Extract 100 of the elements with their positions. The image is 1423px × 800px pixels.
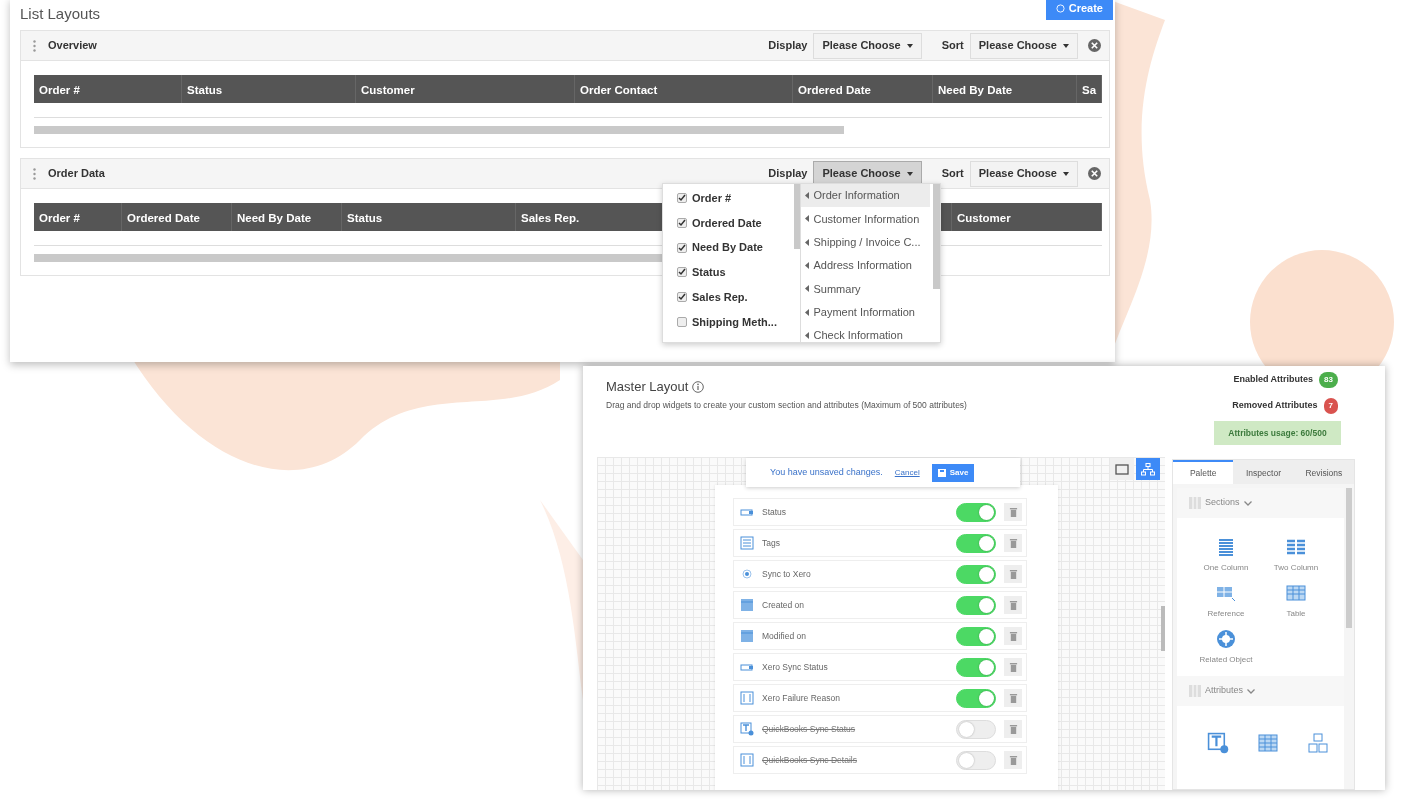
tablet-icon [1115,462,1129,476]
delete-button[interactable] [1004,627,1022,645]
sort-dropdown[interactable]: Please Choose [969,160,1078,187]
circle-cross-icon[interactable] [1215,628,1237,650]
delete-button[interactable] [1004,503,1022,521]
close-icon[interactable] [1088,39,1101,52]
menu-item[interactable]: Shipping Meth... [663,309,792,335]
menu-item[interactable]: Order # [663,186,792,211]
delete-button[interactable] [1004,720,1022,738]
plus-circle-icon [1055,3,1065,13]
menu-item[interactable]: Ordered Date [663,210,792,236]
menu-item[interactable]: Customer Information [800,207,930,231]
checkbox[interactable] [677,292,687,303]
delete-button[interactable] [1004,658,1022,676]
view-button[interactable] [1110,458,1134,480]
menu-item[interactable]: Need By Date [663,235,792,261]
field-label: Tags [762,536,780,550]
checkbox[interactable] [677,267,687,278]
toggle-switch[interactable] [956,719,996,739]
caret-left-icon [804,262,809,270]
group-title[interactable]: Attributes [1205,684,1244,698]
caret-down-icon [1063,171,1069,176]
table-icon[interactable] [1285,582,1307,604]
section-name: Overview [48,38,97,54]
blocks-icon[interactable] [1307,732,1329,754]
toggle-switch[interactable] [956,564,996,584]
column-header[interactable]: Ordered Date [122,203,232,231]
toggle-switch[interactable] [956,595,996,615]
chevron-down-icon[interactable] [1247,688,1256,694]
toggle-switch[interactable] [956,657,996,677]
menu-item[interactable]: Check Information [800,323,930,348]
caret-down-icon [906,43,913,48]
column-header[interactable]: Order # [34,75,182,103]
chevron-down-icon[interactable] [1243,500,1252,506]
text-plus-icon [740,722,754,736]
drag-handle-icon[interactable] [33,167,36,180]
list-icon [740,536,754,550]
delete-button[interactable] [1004,565,1022,583]
scrollbar[interactable] [793,184,800,249]
menu-item[interactable]: Sales Rep. [663,284,792,310]
column-header[interactable]: Status [342,203,516,231]
toggle-switch[interactable] [956,502,996,522]
trash-icon [1008,692,1018,704]
checkbox[interactable] [677,218,687,229]
checkbox[interactable] [677,316,687,327]
menu-item[interactable]: Shipping / Invoice C... [800,230,930,254]
menu-item[interactable]: Status [663,260,792,285]
cancel-link[interactable]: Cancel [894,466,920,479]
scrollbar[interactable] [34,126,844,134]
display-label: Display [768,38,808,54]
display-dropdown[interactable]: Please Choose [813,32,922,59]
menu-item[interactable]: Order Information [800,184,930,208]
scrollbar[interactable] [1346,488,1352,628]
delete-button[interactable] [1004,534,1022,552]
text-plus-icon[interactable] [1207,732,1229,754]
checkbox[interactable] [677,242,687,253]
widget-label: Two Column [1273,562,1319,574]
delete-button[interactable] [1004,596,1022,614]
scrollbar[interactable] [933,184,940,289]
view-button[interactable] [1136,458,1160,480]
column-header[interactable]: Order Contact [575,75,793,103]
sort-label: Sort [941,166,964,182]
menu-item[interactable]: Address Information [800,253,930,278]
toggle-switch[interactable] [956,533,996,553]
widget-label: Reference [1207,608,1245,620]
trash-icon [1008,661,1018,673]
column-header[interactable]: Status [182,75,356,103]
grid-icon[interactable] [1257,732,1279,754]
drag-handle-icon[interactable] [33,39,36,52]
panel-title: Master Layout [606,378,689,396]
delete-button[interactable] [1004,689,1022,707]
column-header[interactable]: Ordered Date [793,75,933,103]
trash-icon [1008,723,1018,735]
column-header[interactable]: Sa [1077,75,1102,103]
column-header[interactable]: Need By Date [232,203,342,231]
column-header[interactable]: Customer [952,203,1102,231]
tab[interactable]: Revisions [1293,460,1354,484]
count-badge: 83 [1319,372,1338,388]
field-label: Created on [762,598,805,612]
sort-dropdown[interactable]: Please Choose [969,32,1078,59]
delete-button[interactable] [1004,751,1022,769]
group-title[interactable]: Sections [1205,496,1240,510]
calendar-icon [740,598,754,612]
column-header[interactable]: Need By Date [933,75,1077,103]
calendar-icon [740,629,754,643]
tab[interactable]: Palette [1173,460,1234,484]
toggle-switch[interactable] [956,688,996,708]
menu-item[interactable]: Summary [800,277,930,301]
tab[interactable]: Inspector [1233,460,1294,484]
menu-item[interactable]: Payment Information [800,300,930,324]
checkbox[interactable] [677,193,687,204]
close-icon[interactable] [1088,167,1101,180]
column-header[interactable]: Order # [34,203,122,231]
field-label: QuickBooks Sync Status [762,722,856,736]
toggle-switch[interactable] [956,626,996,646]
page-title: List Layouts [20,4,101,24]
info-icon[interactable] [692,380,705,393]
column-header[interactable]: Customer [356,75,575,103]
toggle-switch[interactable] [956,750,996,770]
trash-icon [1008,630,1018,642]
